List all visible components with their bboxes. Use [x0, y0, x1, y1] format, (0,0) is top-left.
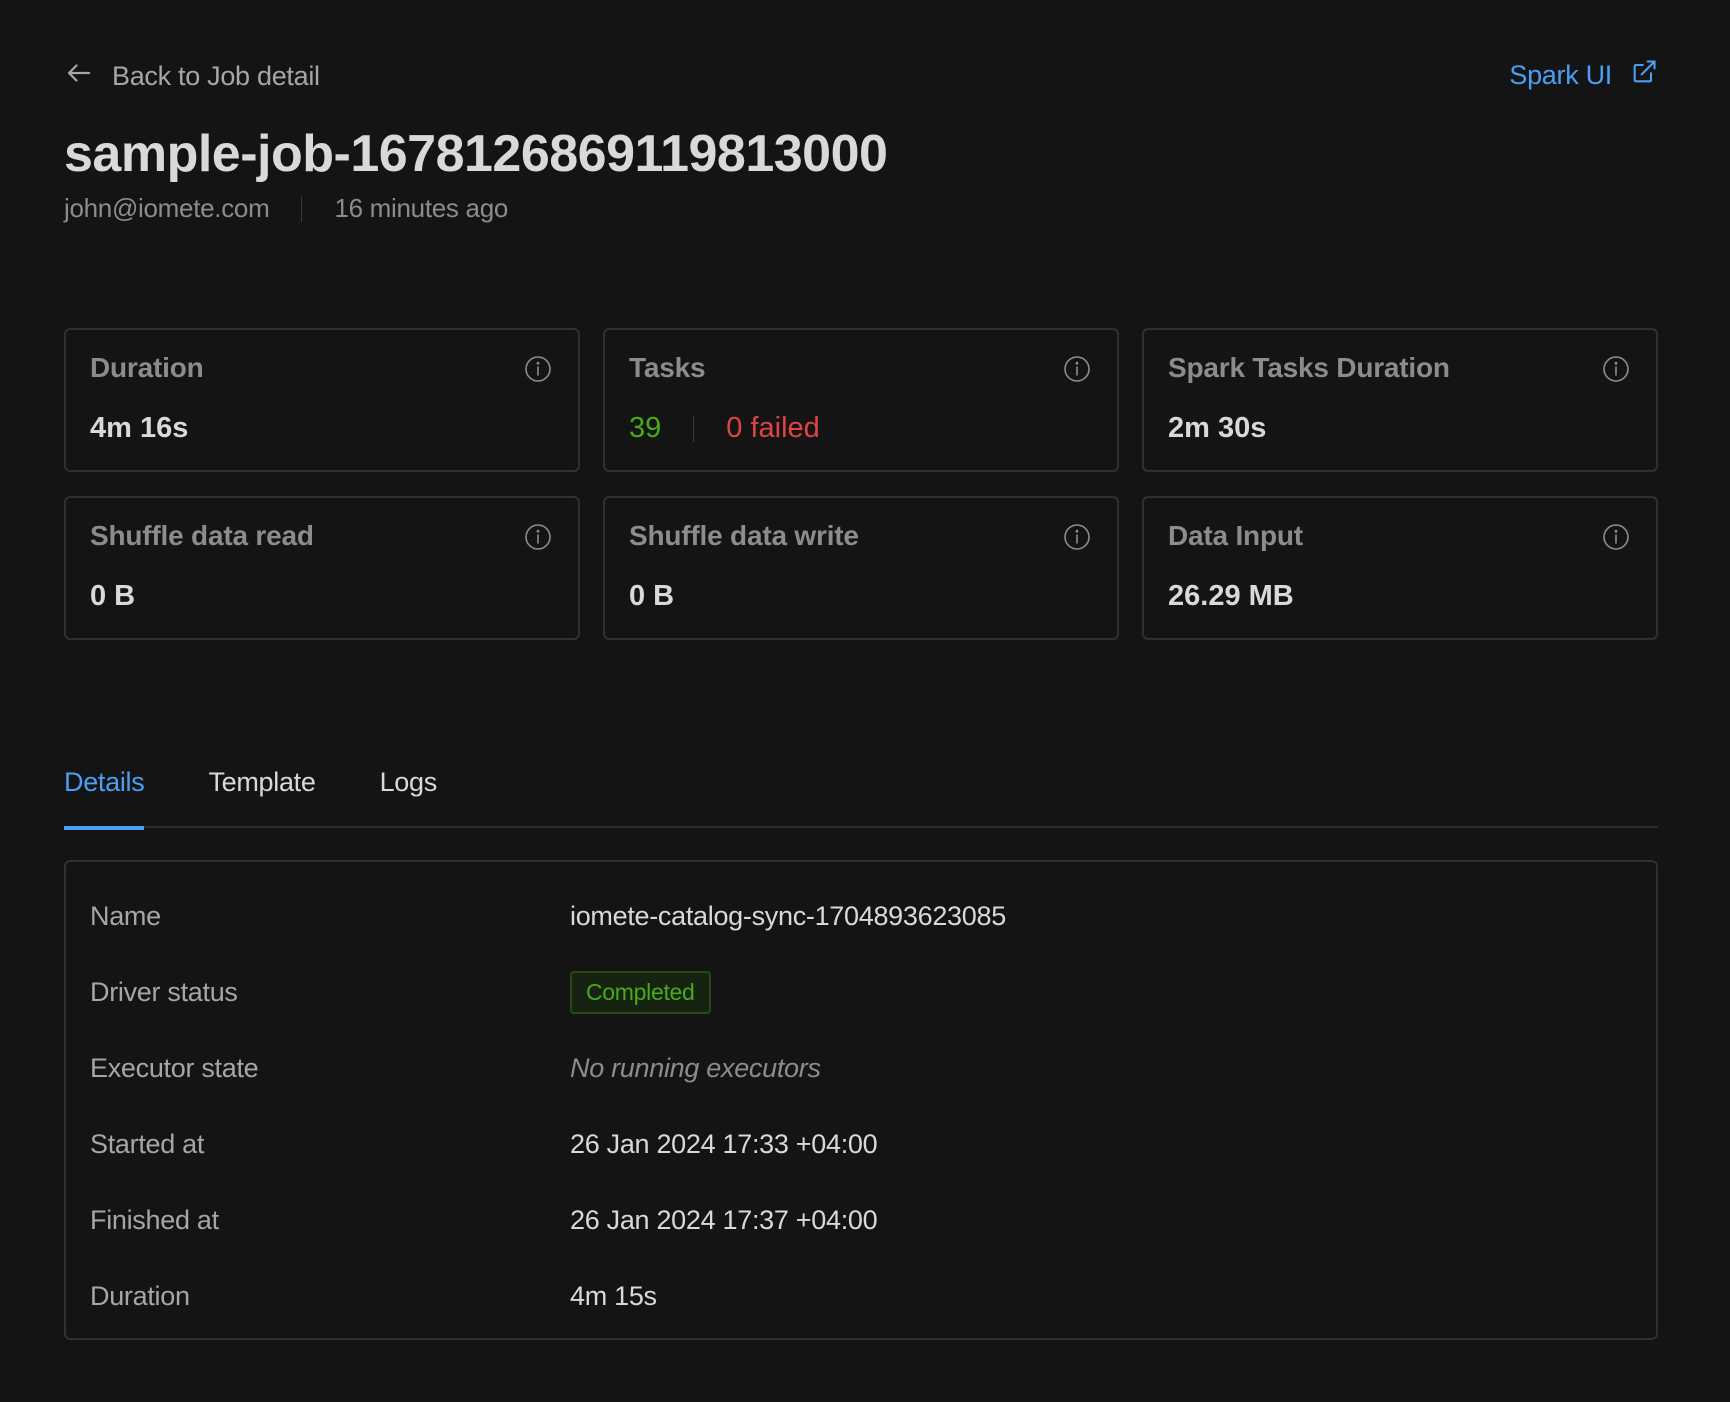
value-divider [693, 415, 695, 442]
spark-tasks-duration-card: Spark Tasks Duration 2m 30s [1142, 328, 1658, 472]
detail-row-duration: Duration 4m 15s [66, 1258, 1656, 1334]
row-label: Finished at [90, 1204, 219, 1235]
data-input-card: Data Input 26.29 MB [1142, 496, 1658, 640]
tab-logs[interactable]: Logs [380, 760, 438, 828]
detail-row-name: Name iomete-catalog-sync-1704893623085 [66, 878, 1656, 954]
info-icon[interactable] [1602, 355, 1630, 383]
info-icon[interactable] [1063, 355, 1091, 383]
stats-cards: Duration 4m 16s Tasks 39 0 failed Spark … [64, 328, 1658, 640]
tab-details[interactable]: Details [64, 760, 145, 830]
card-value: 0 B [90, 580, 136, 612]
user-email: john@iomete.com [64, 193, 270, 223]
arrow-left-icon [64, 58, 94, 95]
row-label: Started at [90, 1128, 205, 1159]
row-value: Completed [570, 970, 711, 1014]
meta-divider [301, 195, 303, 222]
job-meta: john@iomete.com 16 minutes ago [64, 193, 508, 224]
card-label: Data Input [1168, 520, 1303, 551]
card-value: 0 B [629, 580, 675, 612]
page-title: sample-job-1678126869119813000 [64, 125, 888, 183]
shuffle-read-card: Shuffle data read 0 B [64, 496, 580, 640]
info-icon[interactable] [524, 355, 552, 383]
tasks-success-count: 39 [629, 412, 662, 444]
card-value: 2m 30s [1168, 412, 1267, 444]
info-icon[interactable] [524, 523, 552, 551]
row-value: 4m 15s [570, 1280, 657, 1311]
card-value: 26.29 MB [1168, 580, 1294, 612]
tab-template[interactable]: Template [208, 760, 315, 828]
details-panel: Name iomete-catalog-sync-1704893623085 D… [64, 860, 1658, 1340]
external-link-icon [1630, 58, 1658, 93]
info-icon[interactable] [1602, 523, 1630, 551]
card-label: Spark Tasks Duration [1168, 352, 1450, 383]
status-badge: Completed [570, 970, 711, 1014]
row-value: iomete-catalog-sync-1704893623085 [570, 900, 1006, 931]
back-to-job-link[interactable]: Back to Job detail [64, 58, 320, 95]
card-value: 39 0 failed [629, 412, 1093, 445]
detail-row-started-at: Started at 26 Jan 2024 17:33 +04:00 [66, 1106, 1656, 1182]
card-label: Shuffle data read [90, 520, 314, 551]
spark-ui-link[interactable]: Spark UI [1509, 58, 1658, 93]
row-value: 26 Jan 2024 17:33 +04:00 [570, 1128, 878, 1159]
detail-row-executor-state: Executor state No running executors [66, 1030, 1656, 1106]
row-label: Executor state [90, 1052, 259, 1083]
back-link-label: Back to Job detail [112, 61, 320, 91]
row-label: Name [90, 900, 161, 931]
tasks-card: Tasks 39 0 failed [603, 328, 1119, 472]
detail-row-driver-status: Driver status Completed [66, 954, 1656, 1030]
time-ago: 16 minutes ago [334, 193, 509, 223]
spark-ui-label: Spark UI [1509, 60, 1612, 90]
card-label: Duration [90, 352, 204, 383]
row-value: 26 Jan 2024 17:37 +04:00 [570, 1204, 878, 1235]
row-label: Driver status [90, 976, 238, 1007]
detail-tabs: Details Template Logs [64, 760, 1658, 830]
duration-card: Duration 4m 16s [64, 328, 580, 472]
card-label: Shuffle data write [629, 520, 859, 551]
shuffle-write-card: Shuffle data write 0 B [603, 496, 1119, 640]
row-label: Duration [90, 1280, 190, 1311]
detail-row-finished-at: Finished at 26 Jan 2024 17:37 +04:00 [66, 1182, 1656, 1258]
row-value: No running executors [570, 1052, 821, 1083]
card-label: Tasks [629, 352, 706, 383]
card-value: 4m 16s [90, 412, 189, 444]
tasks-failed-count: 0 failed [726, 412, 820, 444]
info-icon[interactable] [1063, 523, 1091, 551]
top-bar: Back to Job detail Spark UI [64, 58, 1658, 98]
